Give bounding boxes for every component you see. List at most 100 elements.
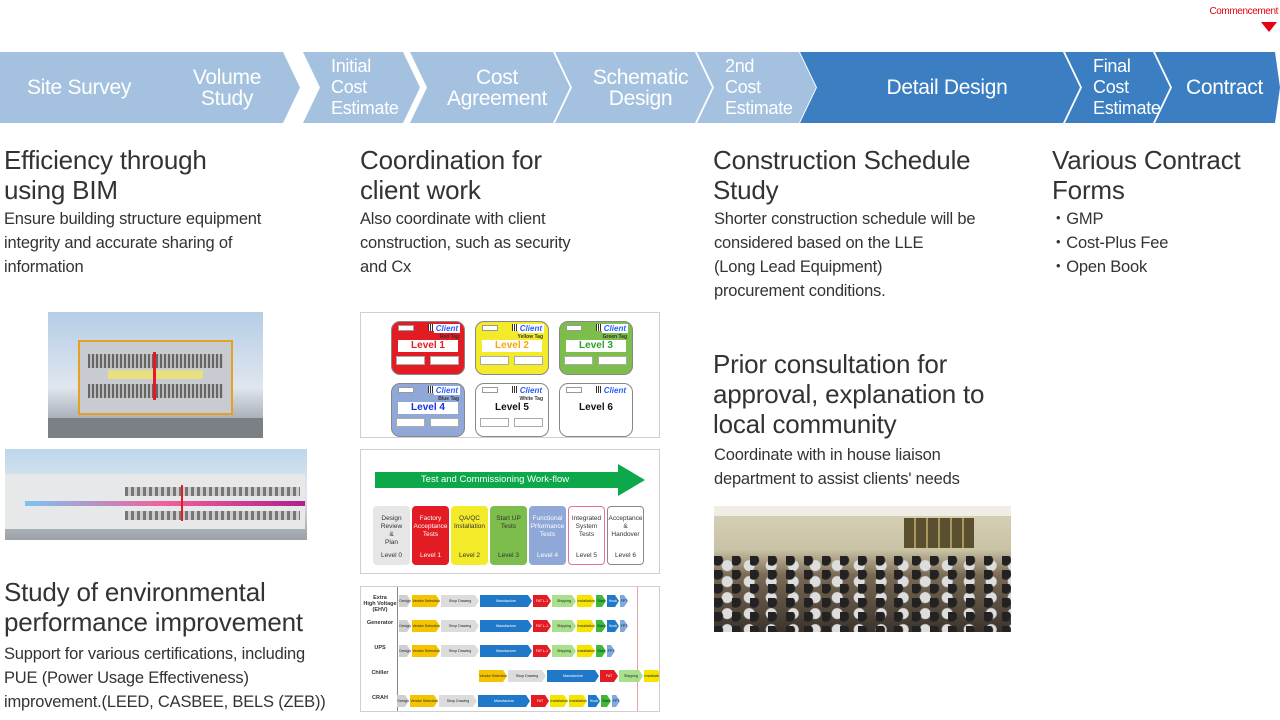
phase-5: Schematic Design <box>555 52 712 123</box>
equipment-tag: Client Blue Tag Level 4 <box>391 383 465 437</box>
schedule-bar: Shop Drawing <box>508 670 546 682</box>
bim-body: Ensure building structure equipment inte… <box>4 210 262 276</box>
contract-form-item: ・GMP <box>1050 210 1104 228</box>
workflow-step: Acceptance & Handover Level 6 <box>607 506 644 565</box>
schedule-bar: Manufacture <box>478 695 530 707</box>
schedule-bar: FPT <box>612 695 620 707</box>
workflow-step-label: QA/QC Installation <box>453 515 486 530</box>
schedule-row: UPS Design L-0Vendor SelectionShop Drawin… <box>361 639 660 663</box>
workflow-step: Functional Prformance Tests Level 4 <box>529 506 566 565</box>
schedule-bar: FPT <box>607 645 615 657</box>
schedule-bar: Design L-0 <box>399 620 411 632</box>
client-body: Also coordinate with client construction… <box>360 210 571 276</box>
milestone-marker-icon <box>1261 22 1277 32</box>
schedule-bar: Vendor Selection <box>412 645 440 657</box>
workflow-step: Integrated System Tests Level 5 <box>568 506 605 565</box>
equipment-tag: Client Green Tag Level 3 <box>559 321 633 375</box>
schedule-row-label: Generator <box>366 620 394 626</box>
tag-level: Level 3 <box>566 340 626 352</box>
tag-client: Client <box>433 324 460 333</box>
workflow-step-level: Level 2 <box>459 552 480 559</box>
schedule-row-label: Chiller <box>371 670 389 676</box>
equipment-tag: Client Yellow Tag Level 2 <box>475 321 549 375</box>
schedule-row-label: Extra High Voltage (EHV) <box>363 595 397 613</box>
bim-title: Efficiency through using BIM <box>4 145 207 205</box>
bim-building-image <box>5 449 307 540</box>
schedule-bar: Start up <box>596 620 606 632</box>
schedule-bar: Shipping <box>552 645 576 657</box>
phase-9: Contract <box>1155 52 1280 123</box>
schedule-bar: FAT <box>600 670 618 682</box>
schedule-bar: Design L-0 <box>399 595 411 607</box>
schedule-bar: FPT <box>620 595 628 607</box>
schedule-bar: Shipping <box>552 595 576 607</box>
workflow-step-label: Functional Prformance Tests <box>530 515 565 538</box>
client-title: Coordination for client work <box>360 145 542 205</box>
tag-client: Client <box>517 386 544 395</box>
schedule-bar: Vendor Selection <box>479 670 507 682</box>
workflow-step-level: Level 0 <box>381 552 402 559</box>
tag-level: Level 5 <box>482 402 542 414</box>
schedule-row: CRAH Design Vendor Selection Shop Drawing Ma… <box>361 689 660 712</box>
contract-form-item: ・Cost-Plus Fee <box>1050 234 1169 252</box>
workflow-step: Design Review & Plan Level 0 <box>373 506 410 565</box>
env-title: Study of environmental performance impro… <box>4 577 303 637</box>
tag-level: Level 6 <box>566 402 626 414</box>
community-title: Prior consultation for approval, explana… <box>713 349 985 439</box>
milestone-label: Commencement <box>1209 6 1278 17</box>
equipment-tag: Client White Tag Level 5 <box>475 383 549 437</box>
schedule-row: Generator Design L-0Vendor SelectionShop … <box>361 614 660 638</box>
schedule-bar: Shop Drawing <box>441 620 479 632</box>
schedule-title: Construction Schedule Study <box>713 145 971 205</box>
schedule-bar: Vendor Selection <box>412 595 440 607</box>
schedule-row-label: UPS <box>374 645 386 651</box>
tag-client: Client <box>601 324 628 333</box>
workflow-step-level: Level 5 <box>576 552 597 559</box>
schedule-bar: Shop Drawing <box>441 645 479 657</box>
phase-8: Final Cost Estimate <box>1065 52 1170 123</box>
phase-7: Detail Design <box>800 52 1080 123</box>
schedule-bar: FPT <box>620 620 628 632</box>
schedule-row-label: CRAH <box>372 695 388 701</box>
workflow-step: Start UP Tests Level 3 <box>490 506 527 565</box>
schedule-bar: Hook Up <box>607 595 619 607</box>
equipment-tags-image: Client Red Tag Level 1 Client Yellow Tag Leve… <box>360 312 660 438</box>
phase-4: Cost Agreement <box>410 52 570 123</box>
tag-level: Level 4 <box>398 402 458 414</box>
tag-client: Client <box>517 324 544 333</box>
workflow-step-level: Level 3 <box>498 552 519 559</box>
schedule-bar: Design L-0 <box>399 645 411 657</box>
schedule-bar: FAT L-1 <box>533 620 551 632</box>
phase-2: Volume Study <box>140 52 300 123</box>
schedule-bar: Hook Up <box>607 620 619 632</box>
schedule-bar: Shipping <box>619 670 643 682</box>
schedule-bar: Start up <box>596 595 606 607</box>
bim-section-image <box>48 312 263 438</box>
workflow-step-level: Level 1 <box>420 552 441 559</box>
tag-level: Level 2 <box>482 340 542 352</box>
phase-6: 2nd Cost Estimate <box>697 52 816 123</box>
schedule-bar: FAT L-1 <box>533 595 551 607</box>
equipment-schedule-image: Extra High Voltage (EHV)Design L-0Vendor… <box>360 586 660 712</box>
schedule-row: Extra High Voltage (EHV)Design L-0Vendor… <box>361 589 660 613</box>
schedule-bar: Manufacture <box>547 670 599 682</box>
milestone-commencement: Commencement <box>1196 6 1280 36</box>
tag-client: Client <box>433 386 460 395</box>
schedule-bar: Shop Drawing <box>439 695 477 707</box>
commissioning-workflow-image: Test and Commissioning Work-flow Design … <box>360 449 660 574</box>
workflow-step: Factory Acceptance Tests Level 1 <box>412 506 449 565</box>
phase-3: Initial Cost Estimate <box>303 52 420 123</box>
schedule-bar: Vendor Selection <box>410 695 438 707</box>
schedule-bar: FAT <box>531 695 549 707</box>
schedule-bar: Shipping <box>552 620 576 632</box>
workflow-step-level: Level 4 <box>537 552 558 559</box>
community-meeting-photo <box>714 506 1011 632</box>
tag-level: Level 1 <box>398 340 458 352</box>
schedule-bar: Installation L-2 <box>577 620 595 632</box>
tag-client: Client <box>601 386 628 395</box>
schedule-body: Shorter construction schedule will be co… <box>714 210 976 300</box>
schedule-bar: Vendor Selection <box>412 620 440 632</box>
contract-forms-list: ・GMP ・Cost-Plus Fee ・Open Book <box>1050 207 1168 279</box>
schedule-bar: Manufacture <box>480 620 532 632</box>
workflow-step-label: Design Review & Plan <box>380 515 403 546</box>
